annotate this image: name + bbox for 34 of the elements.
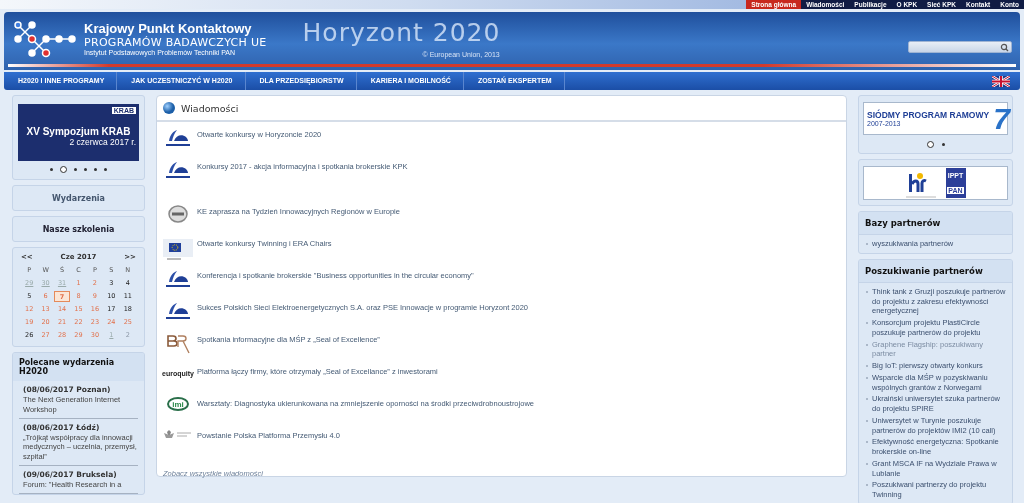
search-field[interactable] [908,41,1012,53]
slider-dot[interactable] [74,168,77,171]
logo-text: imi [172,399,184,409]
br-logo-icon [165,333,191,355]
round-badge-icon [168,205,188,223]
slider-dot[interactable] [926,141,934,148]
slider-dot[interactable] [94,168,97,171]
slider-dot[interactable] [60,166,67,173]
banner-title: XV Sympozjum KRAB [26,126,131,137]
uk-flag-icon[interactable] [992,75,1010,87]
globe-icon [163,102,175,114]
site-subtitle: PROGRAMÓW BADAWCZYCH UE [84,35,267,49]
sidebar-button[interactable]: Wydarzenia [12,185,145,211]
panel-heading: Bazy partnerów [859,212,1012,235]
section-title: Wiadomości [181,102,239,114]
banner-title: SIÓDMY PROGRAM RAMOWY [867,110,990,120]
sidebar-button[interactable]: Nasze szkolenia [12,216,145,242]
slider-dot[interactable] [84,168,87,171]
slider-dot[interactable] [104,168,107,171]
banner-text: Horyzont 2020 [302,18,501,47]
banner-number: 7 [993,103,1010,134]
banner-date: 2 czerwca 2017 r. [69,137,136,147]
slider-dot[interactable] [941,143,945,146]
horyzont-logo-drawing [166,269,190,287]
search-icon [1000,42,1009,52]
slider-dot[interactable] [50,168,53,171]
horyzont-logo-drawing [166,301,190,319]
site-title: Krajowy Punkt Kontaktowy [84,20,253,36]
panel-heading: Poszukiwanie partnerów [859,259,1012,283]
horyzont-logo-drawing [166,160,190,178]
horyzont-logo-drawing [166,128,190,146]
panel-heading: Polecane wydarzenia H2020 [13,353,144,381]
eu-flag-icon [163,237,193,261]
eagle-emblem-icon [163,429,193,440]
